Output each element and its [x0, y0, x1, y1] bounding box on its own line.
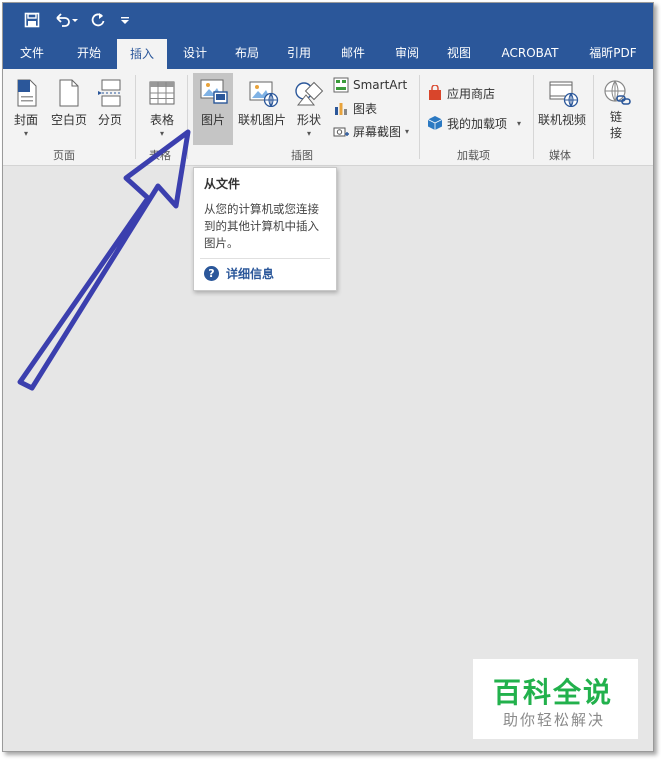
annotation-arrow — [17, 129, 191, 391]
